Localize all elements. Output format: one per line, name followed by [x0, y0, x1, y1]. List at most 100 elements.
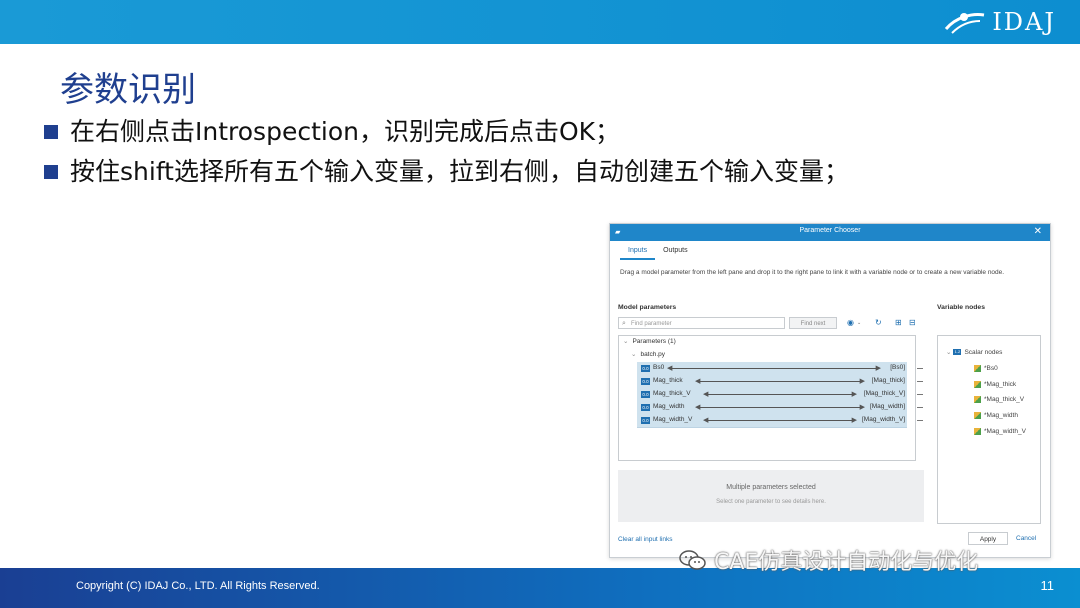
variable-node-label: *Bs0 — [984, 365, 998, 372]
bullet-item: 按住shift选择所有五个输入变量，拉到右侧，自动创建五个输入变量； — [44, 154, 874, 190]
details-panel: Multiple parameters selected Select one … — [618, 470, 924, 522]
scalar-type-icon: 0.0 — [641, 404, 650, 411]
variable-node-icon — [974, 395, 981, 403]
parameter-name: Mag_width_V — [653, 416, 693, 423]
idaj-logo: IDAJ — [942, 6, 1056, 38]
scalar-nodes-label: Scalar nodes — [964, 349, 1003, 356]
dialog-description: Drag a model parameter from the left pan… — [620, 269, 1005, 276]
link-target: [Mag_width_V] — [862, 416, 905, 423]
refresh-icon[interactable]: ↻ — [875, 318, 882, 327]
bullet-text: 在右侧点击Introspection，识别完成后点击OK； — [70, 117, 621, 146]
copyright-text: Copyright (C) IDAJ Co., LTD. All Rights … — [76, 580, 320, 592]
tree-file-label: batch.py — [640, 351, 666, 358]
variable-node[interactable]: *Mag_width — [974, 410, 1018, 421]
tree-root[interactable]: ⌄ Parameters (1) — [623, 336, 676, 347]
parameter-link-row[interactable]: 0.0 Mag_width ◀ ▶ [Mag_width] — [637, 401, 907, 415]
variable-node-label: *Mag_thick — [984, 381, 1017, 388]
variable-node-label: *Mag_width — [984, 412, 1018, 419]
link-connector — [917, 381, 923, 382]
bullet-square-icon — [44, 125, 58, 139]
find-next-button[interactable]: Find next — [789, 317, 837, 329]
parameter-link-row[interactable]: 0.0 Bs0 ◀ ▶ [Bs0] — [637, 362, 907, 376]
logo-text: IDAJ — [992, 8, 1056, 36]
variable-node-icon — [974, 380, 981, 388]
clear-all-links-link[interactable]: Clear all input links — [618, 536, 673, 543]
link-line — [699, 407, 861, 408]
collapse-all-icon[interactable]: ⊟ — [909, 318, 916, 327]
chevron-down-icon[interactable]: ⌄ — [857, 320, 861, 326]
variable-node[interactable]: *Mag_thick — [974, 379, 1016, 390]
variable-nodes-label: Variable nodes — [937, 304, 985, 311]
link-connector — [917, 420, 923, 421]
watermark-text: CAE仿真设计自动化与优化 — [714, 550, 979, 575]
variable-node-label: *Mag_width_V — [984, 428, 1026, 435]
search-placeholder: Find parameter — [631, 321, 672, 327]
eye-icon[interactable]: ◉ — [847, 318, 854, 327]
parameter-name: Mag_width — [653, 403, 685, 410]
parameter-link-row[interactable]: 0.0 Mag_width_V ◀ ▶ [Mag_width_V] — [637, 414, 907, 428]
variable-nodes-tree[interactable]: ⌄ 1.2 Scalar nodes *Bs0 *Mag_thick *Mag_th… — [937, 335, 1041, 524]
variable-node[interactable]: *Bs0 — [974, 363, 998, 374]
slide-title: 参数识别 — [60, 70, 196, 110]
link-connector — [917, 394, 923, 395]
parameter-tree[interactable]: ⌄ Parameters (1) ⌄ batch.py 0.0 Bs0 ◀ ▶ [B… — [618, 335, 916, 461]
arrow-right-icon: ▶ — [859, 404, 865, 411]
page-number: 11 — [1040, 578, 1055, 593]
watermark: CAE仿真设计自动化与优化 — [678, 544, 978, 576]
bullet-square-icon — [44, 165, 58, 179]
link-line — [707, 420, 853, 421]
tab-inputs[interactable]: Inputs — [620, 244, 656, 260]
link-connector — [917, 368, 923, 369]
multi-selected-title: Multiple parameters selected — [726, 484, 816, 491]
variable-node-label: *Mag_thick_V — [984, 396, 1025, 403]
chevron-down-icon[interactable]: ⌄ — [946, 349, 951, 356]
link-target: [Mag_thick_V] — [863, 390, 905, 397]
header-bar: IDAJ — [0, 0, 1080, 44]
link-line — [699, 381, 861, 382]
link-target: [Mag_thick] — [871, 377, 905, 384]
find-parameter-input[interactable]: ⌕ Find parameter — [618, 317, 785, 329]
link-line — [671, 368, 877, 369]
variable-node[interactable]: *Mag_width_V — [974, 426, 1026, 437]
arrow-right-icon: ▶ — [851, 391, 857, 398]
dialog-titlebar: ▰ Parameter Chooser ✕ — [610, 224, 1050, 241]
scalar-type-icon: 0.0 — [641, 378, 650, 385]
close-icon[interactable]: ✕ — [1034, 226, 1042, 237]
parameter-link-row[interactable]: 0.0 Mag_thick_V ◀ ▶ [Mag_thick_V] — [637, 388, 907, 402]
bullet-list: 在右侧点击Introspection，识别完成后点击OK； 按住shift选择所… — [44, 114, 874, 194]
chevron-down-icon[interactable]: ⌄ — [623, 338, 628, 345]
scalar-type-icon: 1.2 — [953, 349, 962, 356]
tree-file[interactable]: ⌄ batch.py — [631, 349, 665, 360]
dialog-title: Parameter Chooser — [799, 227, 861, 234]
parameter-link-row[interactable]: 0.0 Mag_thick ◀ ▶ [Mag_thick] — [637, 375, 907, 389]
multi-selected-hint: Select one parameter to see details here… — [716, 499, 826, 505]
tab-bar: Inputs Outputs — [620, 244, 696, 260]
parameter-name: Bs0 — [653, 364, 665, 371]
cancel-button[interactable]: Cancel — [1016, 535, 1036, 542]
wechat-icon — [679, 550, 706, 570]
bullet-item: 在右侧点击Introspection，识别完成后点击OK； — [44, 114, 874, 150]
scalar-type-icon: 0.0 — [641, 417, 650, 424]
parameter-name: Mag_thick_V — [653, 390, 691, 397]
model-parameters-label: Model parameters — [618, 304, 677, 311]
arrow-right-icon: ▶ — [859, 378, 865, 385]
scalar-type-icon: 0.0 — [641, 365, 650, 372]
expand-all-icon[interactable]: ⊞ — [895, 318, 902, 327]
variable-node-icon — [974, 364, 981, 372]
link-connector — [917, 407, 923, 408]
link-line — [707, 394, 853, 395]
variable-node-icon — [974, 427, 981, 435]
bullet-text: 按住shift选择所有五个输入变量，拉到右侧，自动创建五个输入变量； — [70, 157, 849, 186]
variable-node-icon — [974, 411, 981, 419]
scalar-nodes-group[interactable]: ⌄ 1.2 Scalar nodes — [946, 347, 1002, 358]
arrow-right-icon: ▶ — [851, 417, 857, 424]
variable-node[interactable]: *Mag_thick_V — [974, 394, 1024, 405]
arrow-right-icon: ▶ — [875, 365, 881, 372]
tab-outputs[interactable]: Outputs — [655, 244, 696, 260]
link-target: [Mag_width] — [869, 403, 905, 410]
scalar-type-icon: 0.0 — [641, 391, 650, 398]
chevron-down-icon[interactable]: ⌄ — [631, 351, 636, 358]
link-target: [Bs0] — [890, 364, 905, 371]
tree-root-label: Parameters (1) — [632, 338, 676, 345]
parameter-name: Mag_thick — [653, 377, 683, 384]
